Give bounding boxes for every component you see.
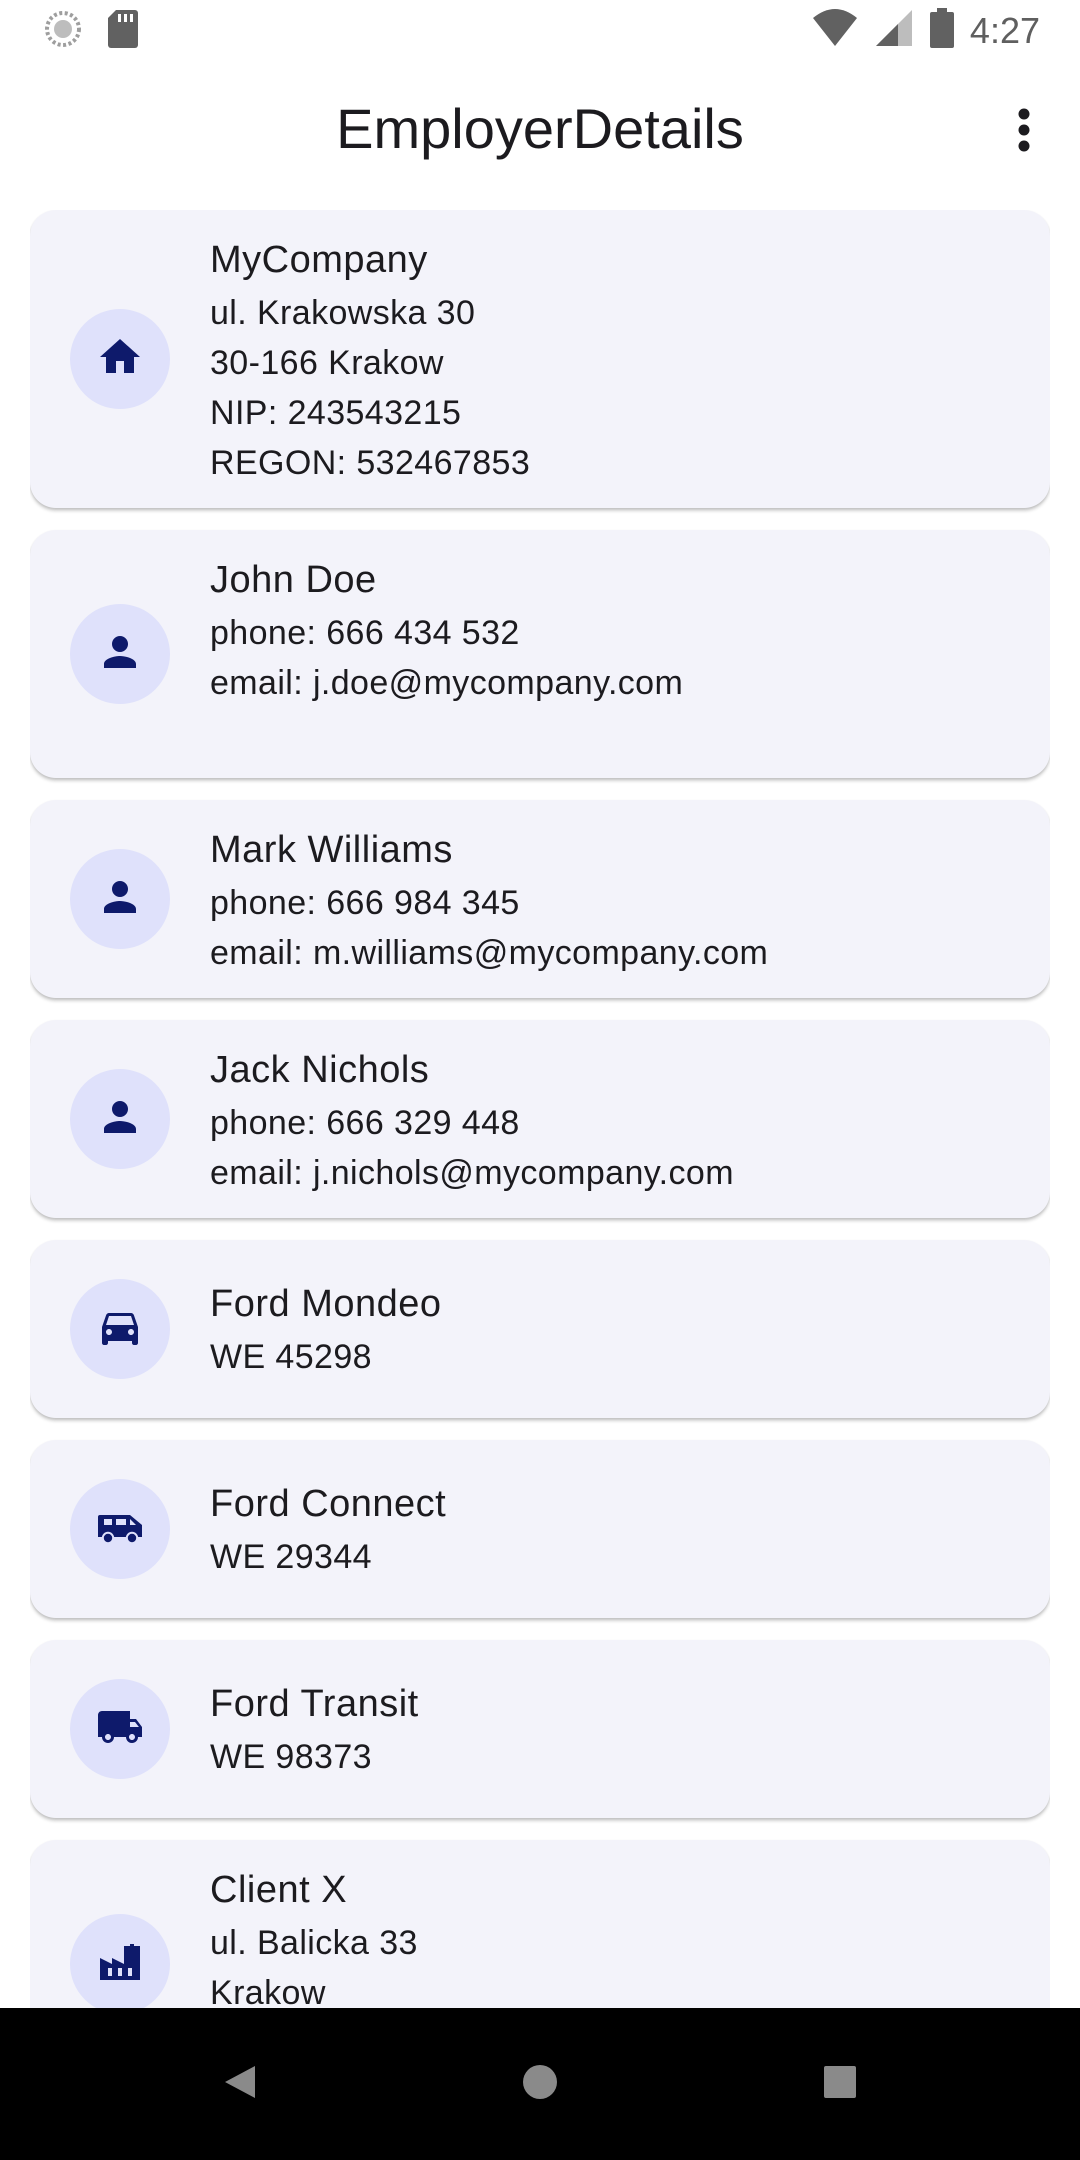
vehicle-card[interactable]: Ford Connect WE 29344: [30, 1440, 1050, 1618]
card-title: Client X: [210, 1869, 348, 1911]
more-options-button[interactable]: [994, 102, 1054, 162]
more-vert-icon: [1017, 108, 1031, 157]
card-line: WE 45298: [210, 1338, 372, 1376]
back-icon: [223, 2064, 257, 2105]
back-button[interactable]: [202, 2046, 278, 2122]
card-line: email: j.nichols@mycompany.com: [210, 1154, 734, 1192]
card-line: 30-166 Krakow: [210, 344, 444, 382]
home-button[interactable]: [502, 2046, 578, 2122]
card-title: Ford Transit: [210, 1683, 419, 1725]
sync-icon: [44, 10, 82, 53]
icon-badge: [70, 309, 170, 409]
app-bar: EmployerDetails: [0, 62, 1080, 198]
card-line: email: j.doe@mycompany.com: [210, 664, 684, 702]
system-nav-bar: [0, 2008, 1080, 2160]
card-title: Ford Mondeo: [210, 1283, 442, 1325]
icon-badge: [70, 849, 170, 949]
factory-icon: [96, 1938, 144, 1991]
card-line: phone: 666 984 345: [210, 884, 520, 922]
status-bar: 4:27: [0, 0, 1080, 62]
page-title: EmployerDetails: [336, 97, 744, 160]
vehicle-card[interactable]: Ford Mondeo WE 45298: [30, 1240, 1050, 1418]
card-line: NIP: 243543215: [210, 394, 462, 432]
home-icon: [96, 333, 144, 386]
recents-icon: [824, 2065, 856, 2103]
card-line: Krakow: [210, 1974, 326, 2008]
card-line: REGON: 532467853: [210, 444, 531, 482]
icon-badge: [70, 1279, 170, 1379]
card-line: ul. Krakowska 30: [210, 294, 476, 332]
card-line: WE 29344: [210, 1538, 372, 1576]
icon-badge: [70, 1914, 170, 2008]
card-line: email: m.williams@mycompany.com: [210, 934, 769, 972]
icon-badge: [70, 1679, 170, 1779]
battery-icon: [929, 8, 954, 53]
client-card[interactable]: Client X ul. Balicka 33 Krakow: [30, 1840, 1050, 2008]
card-title: Ford Connect: [210, 1483, 447, 1525]
card-line: phone: 666 329 448: [210, 1104, 520, 1142]
van-icon: [94, 1503, 146, 1556]
status-time: 4:27: [969, 9, 1040, 51]
home-circle-icon: [522, 2064, 558, 2105]
card-title: MyCompany: [210, 239, 428, 281]
card-title: John Doe: [210, 559, 377, 601]
person-icon: [96, 1093, 144, 1146]
card-line: ul. Balicka 33: [210, 1924, 418, 1962]
car-icon: [96, 1303, 144, 1356]
vehicle-card[interactable]: Ford Transit WE 98373: [30, 1640, 1050, 1818]
wifi-icon: [812, 8, 858, 53]
card-line: phone: 666 434 532: [210, 614, 520, 652]
employee-card[interactable]: Mark Williams phone: 666 984 345 email: …: [30, 800, 1050, 998]
employee-card[interactable]: Jack Nichols phone: 666 329 448 email: j…: [30, 1020, 1050, 1218]
icon-badge: [70, 604, 170, 704]
icon-badge: [70, 1069, 170, 1169]
employee-card[interactable]: John Doe phone: 666 434 532 email: j.doe…: [30, 530, 1050, 778]
company-card[interactable]: MyCompany ul. Krakowska 30 30-166 Krakow…: [30, 210, 1050, 508]
recents-button[interactable]: [802, 2046, 878, 2122]
person-icon: [96, 628, 144, 681]
card-line: WE 98373: [210, 1738, 372, 1776]
icon-badge: [70, 1479, 170, 1579]
sd-card-icon: [108, 10, 138, 53]
card-title: Mark Williams: [210, 829, 453, 871]
truck-icon: [96, 1703, 144, 1756]
person-icon: [96, 873, 144, 926]
details-list[interactable]: MyCompany ul. Krakowska 30 30-166 Krakow…: [30, 210, 1050, 2008]
card-title: Jack Nichols: [210, 1049, 430, 1091]
signal-icon: [874, 8, 914, 53]
